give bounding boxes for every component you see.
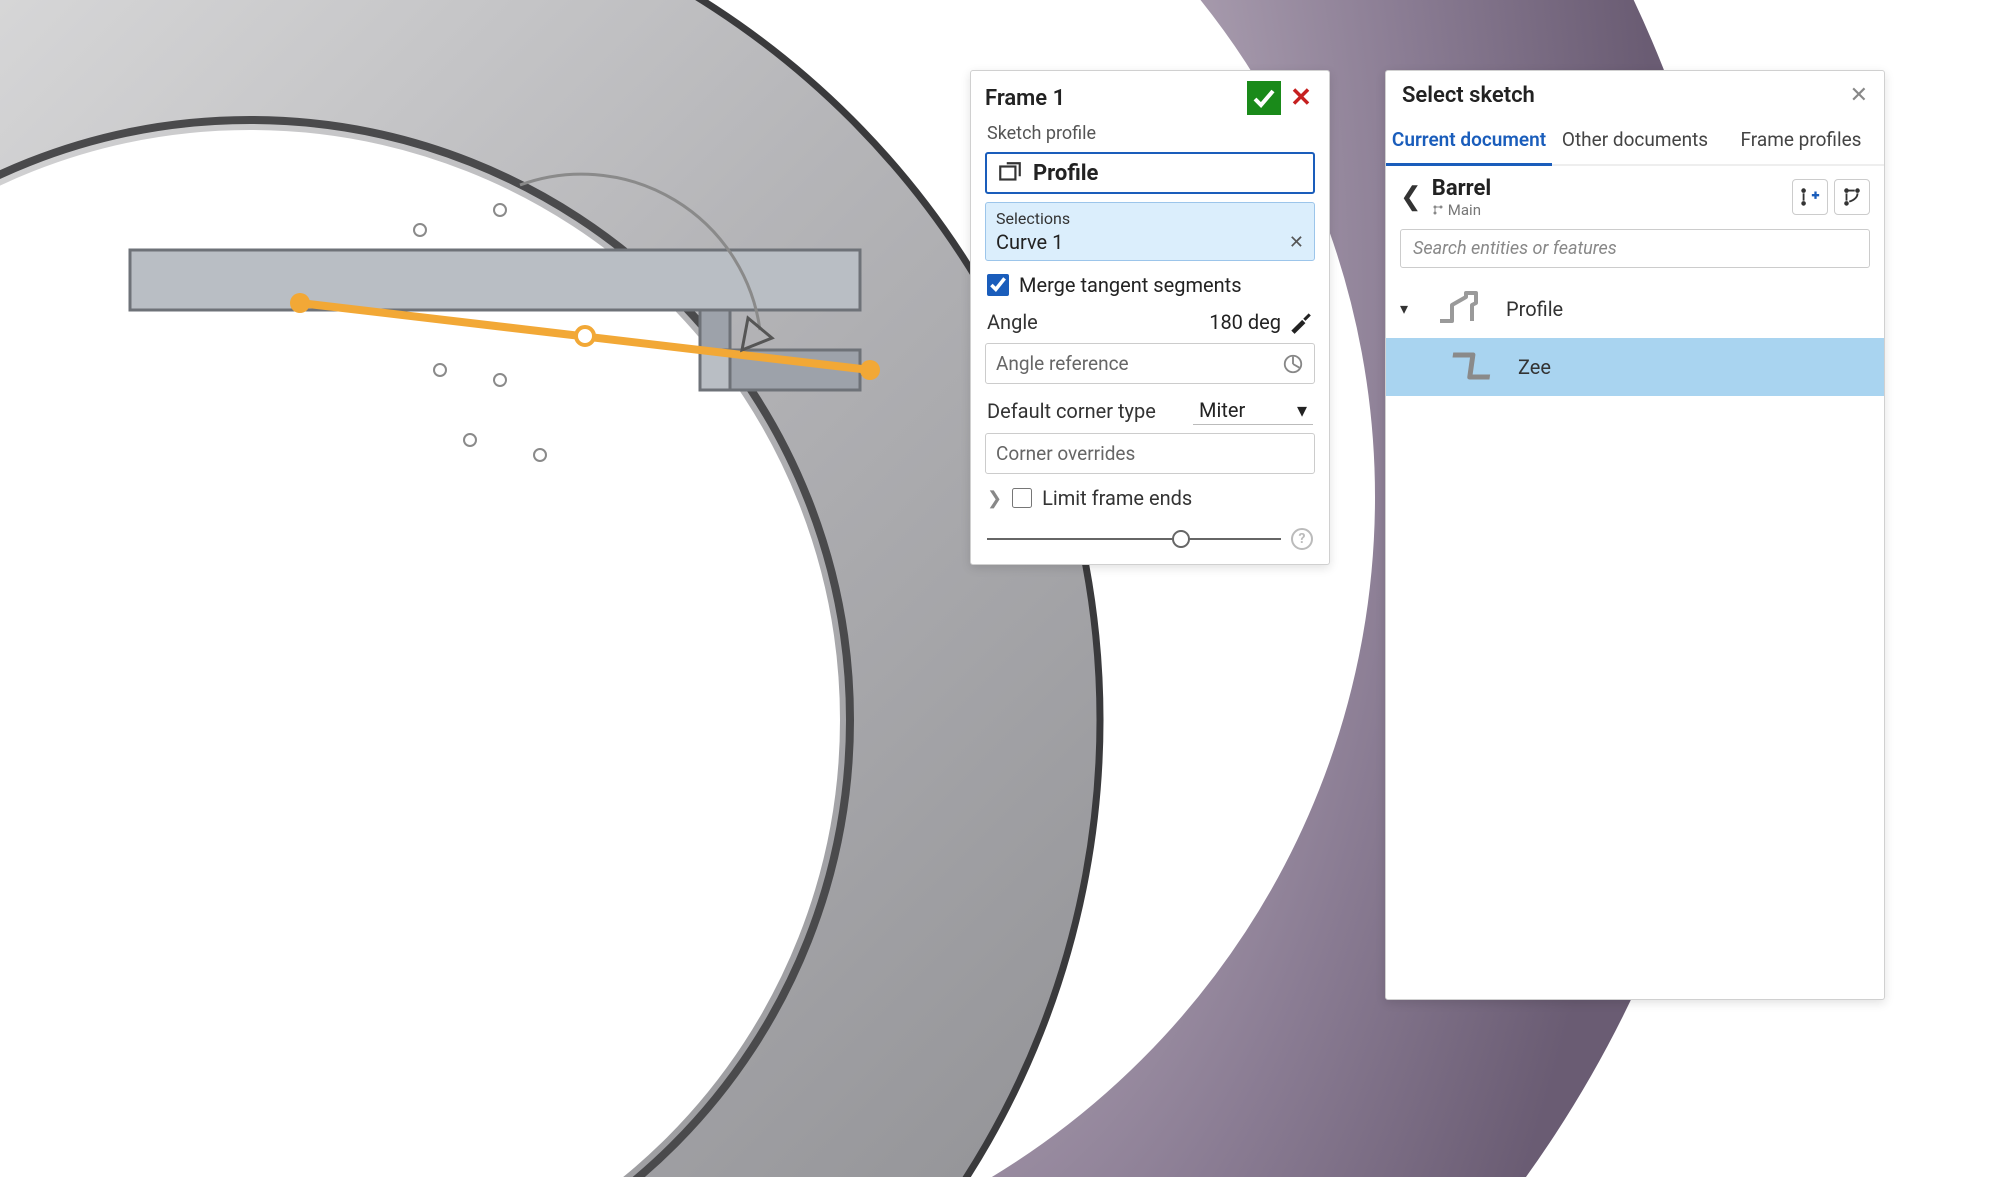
opacity-slider[interactable]	[987, 530, 1281, 548]
corner-overrides-field[interactable]: Corner overrides	[985, 433, 1315, 474]
tree-item-label: Zee	[1518, 355, 1551, 379]
remove-selection-button[interactable]: ✕	[1289, 232, 1304, 253]
angle-reference-icon	[1282, 353, 1304, 375]
eyedropper-icon[interactable]	[1287, 309, 1313, 335]
select-sketch-panel: Select sketch ✕ Current document Other d…	[1385, 70, 1885, 1000]
branch-icon	[1432, 204, 1444, 216]
hierarchy-plus-icon	[1799, 186, 1821, 208]
corner-type-dropdown[interactable]: Miter ▾	[1193, 396, 1313, 425]
document-branch: Main	[1432, 201, 1491, 219]
tree-item-profile[interactable]: ▾ Profile	[1386, 280, 1884, 338]
back-button[interactable]: ❮	[1400, 182, 1422, 212]
select-sketch-title: Select sketch	[1402, 83, 1535, 108]
profile-value: Profile	[1033, 161, 1098, 186]
merge-tangent-checkbox[interactable]	[987, 274, 1009, 296]
frame-title: Frame 1	[985, 86, 1065, 111]
sketch-tabs: Current document Other documents Frame p…	[1386, 120, 1884, 166]
selection-item: Curve 1	[996, 230, 1063, 254]
angle-reference-placeholder: Angle reference	[996, 352, 1129, 375]
accept-button[interactable]	[1247, 81, 1281, 115]
limit-frame-ends-label: Limit frame ends	[1042, 486, 1192, 510]
selections-box[interactable]: Selections Curve 1 ✕	[985, 202, 1315, 261]
branch-commit-icon	[1841, 186, 1863, 208]
corner-type-label: Default corner type	[987, 399, 1183, 423]
profile-field[interactable]: Profile	[985, 152, 1315, 194]
help-button[interactable]: ?	[1291, 528, 1313, 550]
search-placeholder: Search entities or features	[1413, 238, 1617, 259]
angle-label: Angle	[987, 310, 1209, 334]
tab-other-documents[interactable]: Other documents	[1552, 120, 1718, 164]
sketch-profile-label: Sketch profile	[985, 123, 1315, 144]
corner-overrides-placeholder: Corner overrides	[996, 442, 1135, 465]
chevron-down-icon: ▾	[1297, 398, 1307, 422]
tree-item-zee[interactable]: Zee	[1386, 338, 1884, 396]
limit-frame-ends-checkbox[interactable]	[1012, 488, 1032, 508]
check-icon	[1251, 85, 1277, 111]
tab-current-document[interactable]: Current document	[1386, 120, 1552, 166]
cancel-button[interactable]: ✕	[1287, 84, 1315, 112]
profile-icon	[997, 160, 1023, 186]
merge-tangent-label: Merge tangent segments	[1019, 273, 1242, 297]
zee-thumb-icon	[1442, 346, 1506, 388]
corner-type-value: Miter	[1199, 398, 1245, 422]
frame-dialog: Frame 1 ✕ Sketch profile Profile Selecti…	[970, 70, 1330, 565]
angle-reference-field[interactable]: Angle reference	[985, 343, 1315, 384]
profile-thumb-icon	[1430, 288, 1494, 330]
merge-tangent-row[interactable]: Merge tangent segments	[985, 269, 1315, 301]
tab-frame-profiles[interactable]: Frame profiles	[1718, 120, 1884, 164]
tree-item-label: Profile	[1506, 297, 1563, 321]
insert-config-button[interactable]	[1792, 179, 1828, 215]
limit-expander[interactable]: ❯	[987, 488, 1002, 509]
document-name: Barrel	[1432, 176, 1491, 201]
search-input[interactable]: Search entities or features	[1400, 229, 1870, 268]
branch-button[interactable]	[1834, 179, 1870, 215]
sketch-tree: ▾ Profile Zee	[1386, 268, 1884, 999]
selections-label: Selections	[996, 209, 1304, 228]
close-button[interactable]: ✕	[1850, 83, 1868, 108]
expander-icon[interactable]: ▾	[1400, 299, 1418, 318]
angle-value[interactable]: 180 deg	[1209, 310, 1287, 334]
